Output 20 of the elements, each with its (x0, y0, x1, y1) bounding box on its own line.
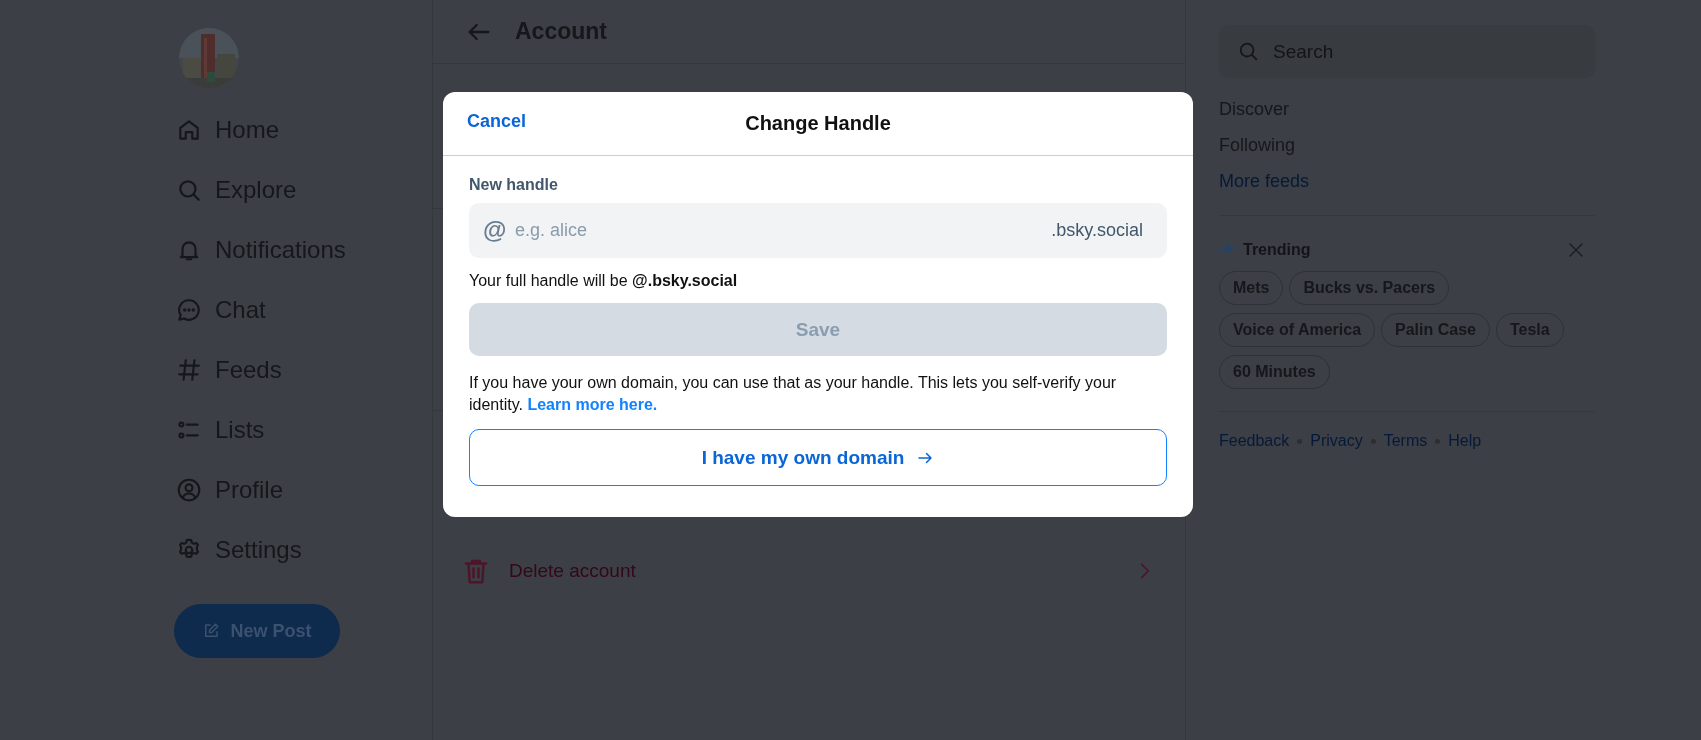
info-text: If you have your own domain, you can use that as your handle. This lets you self-verify your identity. Learn more here. (469, 373, 1118, 415)
domain-suffix: .bsky.social (1051, 220, 1143, 241)
footer-link[interactable]: Feedback (1219, 432, 1290, 450)
chat-bubble-icon (176, 297, 202, 323)
at-sign: @ (483, 216, 507, 244)
dialog-title: Change Handle (745, 112, 891, 135)
footer-link[interactable]: Privacy (1310, 432, 1363, 450)
feed-link[interactable]: More feeds (1219, 171, 1310, 192)
home-icon (176, 117, 202, 143)
settings-row[interactable]: Delete account (433, 541, 1185, 601)
cancel-link[interactable]: Cancel (467, 111, 527, 132)
close-icon[interactable] (1567, 241, 1585, 259)
learn-more-link[interactable]: Learn more here. (527, 396, 658, 413)
field-label: New handle (469, 176, 559, 194)
person-icon (176, 477, 202, 503)
hash-icon (176, 357, 202, 383)
compose-icon (202, 622, 221, 640)
handle-preview: Your full handle will be @.bsky.social (469, 272, 739, 290)
search-icon (176, 177, 202, 203)
own-domain-button[interactable]: I have my own domain (469, 429, 1167, 486)
